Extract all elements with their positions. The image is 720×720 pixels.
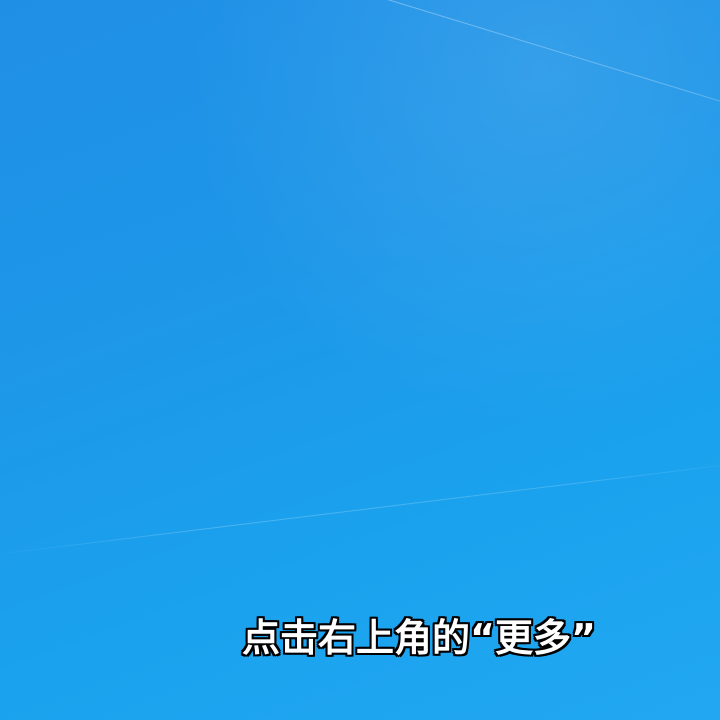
light-streak-top (259, 0, 720, 143)
subtitle-caption: 点击右上角的“更多” (241, 615, 597, 661)
light-streak-bottom (0, 458, 720, 557)
